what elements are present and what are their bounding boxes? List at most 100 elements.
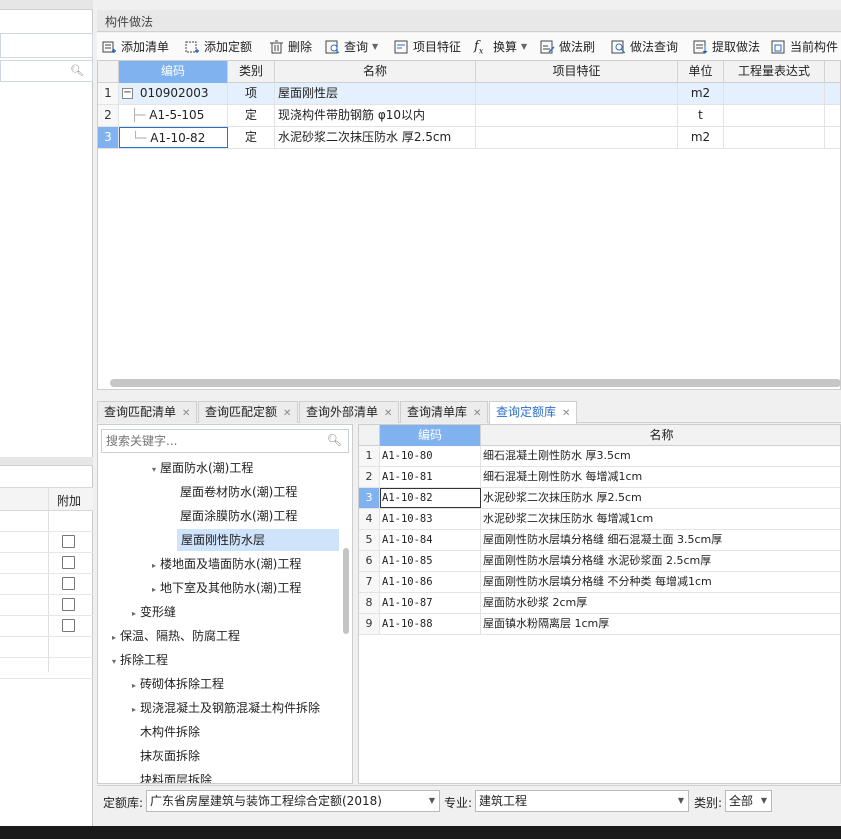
chevron-down-icon[interactable]: ▼ bbox=[678, 791, 684, 811]
specialty-select[interactable]: 建筑工程 ▼ bbox=[475, 790, 689, 812]
col-header-code[interactable]: 编码 bbox=[380, 425, 481, 446]
name-cell[interactable]: 屋面刚性防水层填分格缝 不分种类 每增减1cm bbox=[481, 572, 841, 592]
code-cell[interactable]: A1-10-83 bbox=[380, 509, 481, 529]
chevron-down-icon[interactable]: ▾ bbox=[148, 459, 160, 481]
close-icon[interactable]: ✕ bbox=[384, 408, 392, 419]
tree-node[interactable]: 屋面卷材防水(潮)工程 bbox=[180, 481, 297, 503]
name-cell[interactable]: 水泥砂浆二次抹压防水 厚2.5cm bbox=[481, 488, 841, 508]
close-icon[interactable]: ✕ bbox=[283, 408, 291, 419]
type-cell[interactable]: 项 bbox=[228, 83, 275, 104]
tab-match-list[interactable]: 查询匹配清单 ✕ bbox=[97, 401, 198, 423]
current-component-button[interactable]: 当前构件 bbox=[771, 38, 838, 55]
name-cell[interactable]: 屋面镇水粉隔离层 1cm厚 bbox=[481, 614, 841, 634]
chevron-right-icon[interactable]: ▸ bbox=[128, 675, 140, 697]
name-cell[interactable]: 细石混凝土刚性防水 每增减1cm bbox=[481, 467, 841, 487]
code-cell[interactable]: A1-10-88 bbox=[380, 614, 481, 634]
close-icon[interactable]: ✕ bbox=[562, 408, 570, 419]
project-feature-button[interactable]: 项目特征 bbox=[394, 38, 461, 55]
code-cell[interactable]: ├─ A1-5-105 bbox=[119, 105, 228, 126]
unit-cell[interactable]: m2 bbox=[678, 127, 724, 148]
tree-node[interactable]: ▸ 现浇混凝土及钢筋混凝土构件拆除 bbox=[128, 697, 320, 719]
tree-node[interactable]: 木构件拆除 bbox=[140, 721, 200, 743]
tree-node[interactable]: ▾ 屋面防水(潮)工程 bbox=[148, 457, 253, 479]
table-row[interactable]: 1 A1-10-80 细石混凝土刚性防水 厚3.5cm bbox=[359, 446, 840, 467]
chevron-right-icon[interactable]: ▸ bbox=[148, 555, 160, 577]
attach-checkbox[interactable] bbox=[62, 619, 75, 632]
code-cell[interactable]: A1-10-82 bbox=[380, 488, 481, 508]
feature-cell[interactable] bbox=[476, 127, 678, 148]
tree-node[interactable]: ▸ 楼地面及墙面防水(潮)工程 bbox=[148, 553, 301, 575]
chevron-right-icon[interactable]: ▸ bbox=[128, 699, 140, 721]
table-row[interactable]: 4 A1-10-83 水泥砂浆二次抹压防水 每增减1cm bbox=[359, 509, 840, 530]
vertical-scrollbar[interactable] bbox=[343, 548, 349, 634]
col-header-name[interactable]: 名称 bbox=[481, 425, 841, 446]
tree-search-box[interactable]: 🔍︎ bbox=[101, 429, 349, 453]
expression-cell[interactable] bbox=[724, 83, 825, 104]
conversion-button[interactable]: fx 换算 ▼ bbox=[474, 38, 527, 55]
attach-checkbox[interactable] bbox=[62, 556, 75, 569]
col-header-type[interactable]: 类别 bbox=[228, 61, 275, 83]
search-input[interactable] bbox=[102, 430, 322, 452]
feature-cell[interactable] bbox=[476, 83, 678, 104]
code-cell[interactable]: − 010902003 bbox=[119, 83, 228, 104]
table-row[interactable]: 7 A1-10-86 屋面刚性防水层填分格缝 不分种类 每增减1cm bbox=[359, 572, 840, 593]
query-button[interactable]: 查询 ▼ bbox=[325, 38, 378, 55]
table-row[interactable]: 2 A1-10-81 细石混凝土刚性防水 每增减1cm bbox=[359, 467, 840, 488]
method-query-button[interactable]: 做法查询 bbox=[611, 38, 678, 55]
chevron-down-icon[interactable]: ▾ bbox=[108, 651, 120, 673]
table-row[interactable]: 9 A1-10-88 屋面镇水粉隔离层 1cm厚 bbox=[359, 614, 840, 635]
chevron-down-icon[interactable]: ▼ bbox=[761, 791, 767, 811]
unit-cell[interactable]: m2 bbox=[678, 83, 724, 104]
collapse-icon[interactable]: − bbox=[122, 88, 133, 99]
tree-node[interactable]: 抹灰面拆除 bbox=[140, 745, 200, 767]
chevron-right-icon[interactable]: ▸ bbox=[108, 627, 120, 649]
code-cell[interactable]: A1-10-87 bbox=[380, 593, 481, 613]
expression-cell[interactable] bbox=[724, 127, 825, 148]
name-cell[interactable]: 现浇构件带肋钢筋 φ10以内 bbox=[275, 105, 476, 126]
left-input-field[interactable] bbox=[0, 33, 93, 58]
tree-node[interactable]: ▸ 变形缝 bbox=[128, 601, 176, 623]
name-cell[interactable]: 细石混凝土刚性防水 厚3.5cm bbox=[481, 446, 841, 466]
tree-node[interactable]: ▾ 拆除工程 bbox=[108, 649, 168, 671]
search-icon[interactable]: 🔍︎ bbox=[70, 64, 84, 77]
code-cell[interactable]: A1-10-84 bbox=[380, 530, 481, 550]
delete-button[interactable]: 删除 bbox=[269, 38, 312, 55]
name-cell[interactable]: 屋面防水砂浆 2cm厚 bbox=[481, 593, 841, 613]
col-header-unit[interactable]: 单位 bbox=[678, 61, 724, 83]
name-cell[interactable]: 屋面刚性防水层填分格缝 水泥砂浆面 2.5cm厚 bbox=[481, 551, 841, 571]
tree-node[interactable]: ▸ 保温、隔热、防腐工程 bbox=[108, 625, 240, 647]
attach-checkbox[interactable] bbox=[62, 535, 75, 548]
name-cell[interactable]: 屋面刚性层 bbox=[275, 83, 476, 104]
table-row[interactable]: 3 A1-10-82 水泥砂浆二次抹压防水 厚2.5cm bbox=[359, 488, 840, 509]
chevron-right-icon[interactable]: ▸ bbox=[128, 603, 140, 625]
col-header-expression[interactable]: 工程量表达式 bbox=[724, 61, 825, 83]
left-search-box[interactable]: 🔍︎ bbox=[0, 60, 93, 82]
tab-match-quota[interactable]: 查询匹配定额 ✕ bbox=[198, 401, 299, 423]
tab-external-list[interactable]: 查询外部清单 ✕ bbox=[299, 401, 400, 423]
chevron-down-icon[interactable]: ▼ bbox=[372, 42, 378, 51]
chevron-right-icon[interactable]: ▸ bbox=[148, 579, 160, 601]
name-cell[interactable]: 水泥砂浆二次抹压防水 每增减1cm bbox=[481, 509, 841, 529]
expression-cell[interactable] bbox=[724, 105, 825, 126]
code-cell[interactable]: A1-10-85 bbox=[380, 551, 481, 571]
method-brush-button[interactable]: 做法刷 bbox=[540, 38, 595, 55]
close-icon[interactable]: ✕ bbox=[182, 408, 190, 419]
code-cell[interactable]: └─ A1-10-82 bbox=[119, 127, 228, 148]
extract-method-button[interactable]: 提取做法 bbox=[693, 38, 760, 55]
chevron-down-icon[interactable]: ▼ bbox=[521, 42, 527, 51]
tree-node[interactable]: 块料面层拆除 bbox=[140, 769, 212, 783]
type-cell[interactable]: 定 bbox=[228, 127, 275, 148]
attach-checkbox[interactable] bbox=[62, 598, 75, 611]
table-row[interactable]: 6 A1-10-85 屋面刚性防水层填分格缝 水泥砂浆面 2.5cm厚 bbox=[359, 551, 840, 572]
name-cell[interactable]: 屋面刚性防水层填分格缝 细石混凝土面 3.5cm厚 bbox=[481, 530, 841, 550]
add-list-button[interactable]: 添加清单 bbox=[102, 38, 169, 55]
tree-node[interactable]: 屋面涂膜防水(潮)工程 bbox=[180, 505, 297, 527]
table-row[interactable]: 8 A1-10-87 屋面防水砂浆 2cm厚 bbox=[359, 593, 840, 614]
horizontal-scrollbar[interactable] bbox=[110, 379, 841, 387]
name-cell[interactable]: 水泥砂浆二次抹压防水 厚2.5cm bbox=[275, 127, 476, 148]
code-cell[interactable]: A1-10-86 bbox=[380, 572, 481, 592]
table-row[interactable]: 3 └─ A1-10-82 定 水泥砂浆二次抹压防水 厚2.5cm m2 bbox=[98, 127, 840, 149]
close-icon[interactable]: ✕ bbox=[473, 408, 481, 419]
unit-cell[interactable]: t bbox=[678, 105, 724, 126]
code-cell[interactable]: A1-10-81 bbox=[380, 467, 481, 487]
